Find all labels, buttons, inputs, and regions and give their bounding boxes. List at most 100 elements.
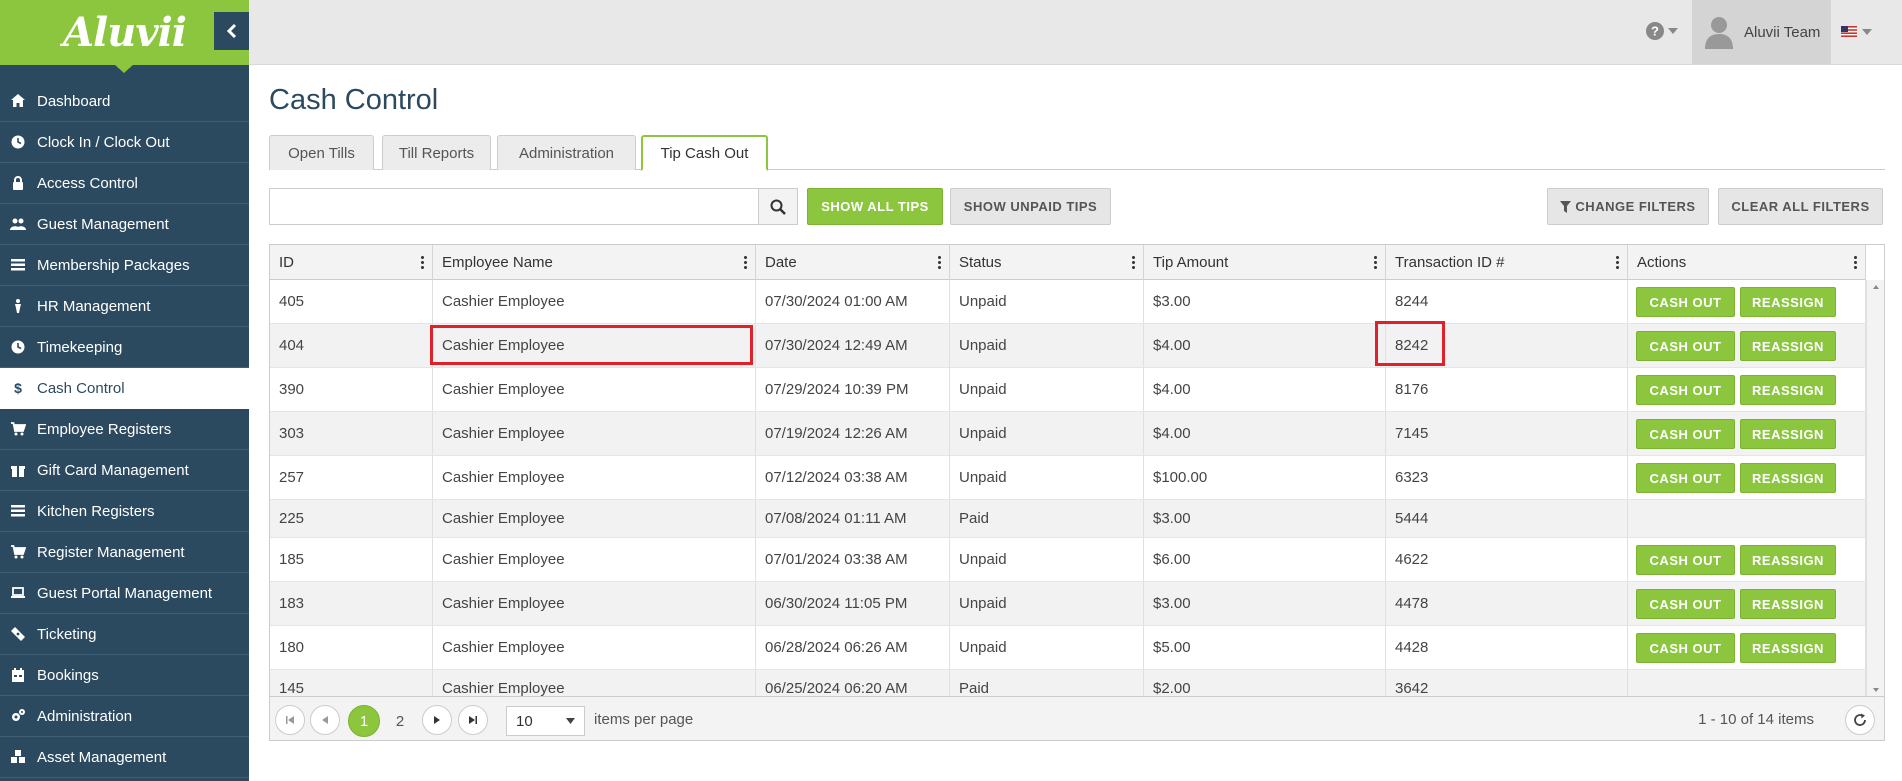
reassign-button[interactable]: REASSIGN [1740, 589, 1836, 619]
reassign-button[interactable]: REASSIGN [1740, 463, 1836, 493]
cash-out-button[interactable]: CASH OUT [1636, 419, 1735, 449]
sidebar-item-cash-control[interactable]: $ Cash Control [0, 368, 249, 409]
sidebar-item-access-control[interactable]: Access Control [0, 163, 249, 204]
last-page-button[interactable] [458, 705, 488, 735]
table-row[interactable]: 185 Cashier Employee 07/01/2024 03:38 AM Un… [270, 538, 1866, 582]
laptop-icon [8, 585, 28, 601]
table-row[interactable]: 145 Cashier Employee 06/25/2024 06:20 AM Pa… [270, 670, 1866, 697]
tab-till-reports[interactable]: Till Reports [382, 135, 491, 170]
cell-status: Unpaid [950, 324, 1144, 367]
cell-txn: 8242 [1386, 324, 1628, 367]
show-all-tips-button[interactable]: SHOW ALL TIPS [807, 188, 943, 225]
change-filters-button[interactable]: CHANGE FILTERS [1547, 188, 1709, 225]
refresh-button[interactable] [1845, 705, 1875, 735]
column-header-actions[interactable]: Actions [1628, 245, 1866, 280]
column-menu-icon[interactable] [421, 256, 425, 270]
logo[interactable]: Aluvii [0, 0, 249, 73]
sidebar-item-bookings[interactable]: Bookings [0, 655, 249, 696]
reassign-button[interactable]: REASSIGN [1740, 375, 1836, 405]
cell-employee: Cashier Employee [433, 626, 756, 669]
sidebar-item-asset-management[interactable]: Asset Management [0, 737, 249, 778]
tab-open-tills[interactable]: Open Tills [269, 135, 374, 170]
cell-actions [1628, 500, 1866, 537]
cash-out-button[interactable]: CASH OUT [1636, 545, 1735, 575]
column-menu-icon[interactable] [1854, 256, 1858, 270]
sidebar-item-administration[interactable]: Administration [0, 696, 249, 737]
sidebar-item-hr-management[interactable]: HR Management [0, 286, 249, 327]
cell-txn: 4428 [1386, 626, 1628, 669]
sidebar-item-dashboard[interactable]: Dashboard [0, 81, 249, 122]
sidebar-item-label: Employee Registers [37, 420, 172, 438]
reassign-button[interactable]: REASSIGN [1740, 287, 1836, 317]
cell-actions: CASH OUT REASSIGN [1628, 280, 1866, 323]
table-row[interactable]: 405 Cashier Employee 07/30/2024 01:00 AM Un… [270, 280, 1866, 324]
sidebar-item-guest-portal-management[interactable]: Guest Portal Management [0, 573, 249, 614]
vertical-scrollbar[interactable] [1866, 280, 1884, 697]
cell-txn: 4622 [1386, 538, 1628, 581]
table-row[interactable]: 303 Cashier Employee 07/19/2024 12:26 AM Un… [270, 412, 1866, 456]
users-icon [8, 216, 28, 232]
table-row[interactable]: 183 Cashier Employee 06/30/2024 11:05 PM Un… [270, 582, 1866, 626]
cell-txn: 6323 [1386, 456, 1628, 499]
table-row[interactable]: 404 Cashier Employee 07/30/2024 12:49 AM Un… [270, 324, 1866, 368]
user-menu[interactable]: Aluvii Team [1692, 0, 1831, 64]
page-size-select[interactable]: 10 [506, 706, 585, 736]
sidebar-item-kitchen-registers[interactable]: Kitchen Registers [0, 491, 249, 532]
column-header-id[interactable]: ID [270, 245, 433, 280]
page-1-button[interactable]: 1 [348, 705, 380, 737]
cash-out-button[interactable]: CASH OUT [1636, 633, 1735, 663]
first-page-button[interactable] [275, 705, 305, 735]
column-header-status[interactable]: Status [950, 245, 1144, 280]
column-menu-icon[interactable] [1374, 256, 1378, 270]
next-page-button[interactable] [422, 705, 452, 735]
list-icon [8, 503, 28, 519]
help-menu[interactable]: ? [1646, 22, 1678, 40]
column-header-txn[interactable]: Transaction ID # [1386, 245, 1628, 280]
prev-page-button[interactable] [310, 705, 340, 735]
sidebar-item-gift-card-management[interactable]: Gift Card Management [0, 450, 249, 491]
sidebar-item-timekeeping[interactable]: Timekeeping [0, 327, 249, 368]
cell-status: Unpaid [950, 368, 1144, 411]
reassign-button[interactable]: REASSIGN [1740, 419, 1836, 449]
grid-body[interactable]: 405 Cashier Employee 07/30/2024 01:00 AM Un… [270, 280, 1866, 697]
table-row[interactable]: 390 Cashier Employee 07/29/2024 10:39 PM Un… [270, 368, 1866, 412]
table-row[interactable]: 257 Cashier Employee 07/12/2024 03:38 AM Un… [270, 456, 1866, 500]
clear-all-filters-button[interactable]: CLEAR ALL FILTERS [1718, 188, 1883, 225]
column-menu-icon[interactable] [1616, 256, 1620, 270]
reassign-button[interactable]: REASSIGN [1740, 633, 1836, 663]
sidebar-item-register-management[interactable]: Register Management [0, 532, 249, 573]
sidebar-item-guest-management[interactable]: Guest Management [0, 204, 249, 245]
reassign-button[interactable]: REASSIGN [1740, 331, 1836, 361]
cash-out-button[interactable]: CASH OUT [1636, 287, 1735, 317]
cash-out-button[interactable]: CASH OUT [1636, 375, 1735, 405]
tab-bar: Open Tills Till Reports Administration T… [269, 135, 1885, 171]
tab-tip-cash-out[interactable]: Tip Cash Out [641, 135, 768, 171]
language-menu[interactable] [1841, 26, 1872, 37]
column-header-amount[interactable]: Tip Amount [1144, 245, 1386, 280]
reassign-button[interactable]: REASSIGN [1740, 545, 1836, 575]
user-name: Aluvii Team [1744, 23, 1821, 41]
cash-out-button[interactable]: CASH OUT [1636, 463, 1735, 493]
column-menu-icon[interactable] [1132, 256, 1136, 270]
tab-administration[interactable]: Administration [497, 135, 636, 170]
search-input[interactable] [269, 188, 759, 225]
search-button[interactable] [758, 188, 798, 225]
sidebar-item-clock-in-clock-out[interactable]: Clock In / Clock Out [0, 122, 249, 163]
cell-date: 07/19/2024 12:26 AM [756, 412, 950, 455]
table-row[interactable]: 180 Cashier Employee 06/28/2024 06:26 AM Un… [270, 626, 1866, 670]
column-menu-icon[interactable] [938, 256, 942, 270]
cash-out-button[interactable]: CASH OUT [1636, 589, 1735, 619]
cell-amount: $4.00 [1144, 368, 1386, 411]
column-header-label: Tip Amount [1153, 254, 1229, 271]
column-header-employee[interactable]: Employee Name [433, 245, 756, 280]
sidebar-item-ticketing[interactable]: Ticketing [0, 614, 249, 655]
column-header-date[interactable]: Date [756, 245, 950, 280]
table-row[interactable]: 225 Cashier Employee 07/08/2024 01:11 AM Pa… [270, 500, 1866, 538]
cash-out-button[interactable]: CASH OUT [1636, 331, 1735, 361]
sidebar-item-employee-registers[interactable]: Employee Registers [0, 409, 249, 450]
collapse-sidebar-button[interactable] [214, 12, 249, 50]
sidebar-item-membership-packages[interactable]: Membership Packages [0, 245, 249, 286]
show-unpaid-tips-button[interactable]: SHOW UNPAID TIPS [950, 188, 1111, 225]
column-menu-icon[interactable] [744, 256, 748, 270]
page-2-button[interactable]: 2 [384, 705, 416, 737]
